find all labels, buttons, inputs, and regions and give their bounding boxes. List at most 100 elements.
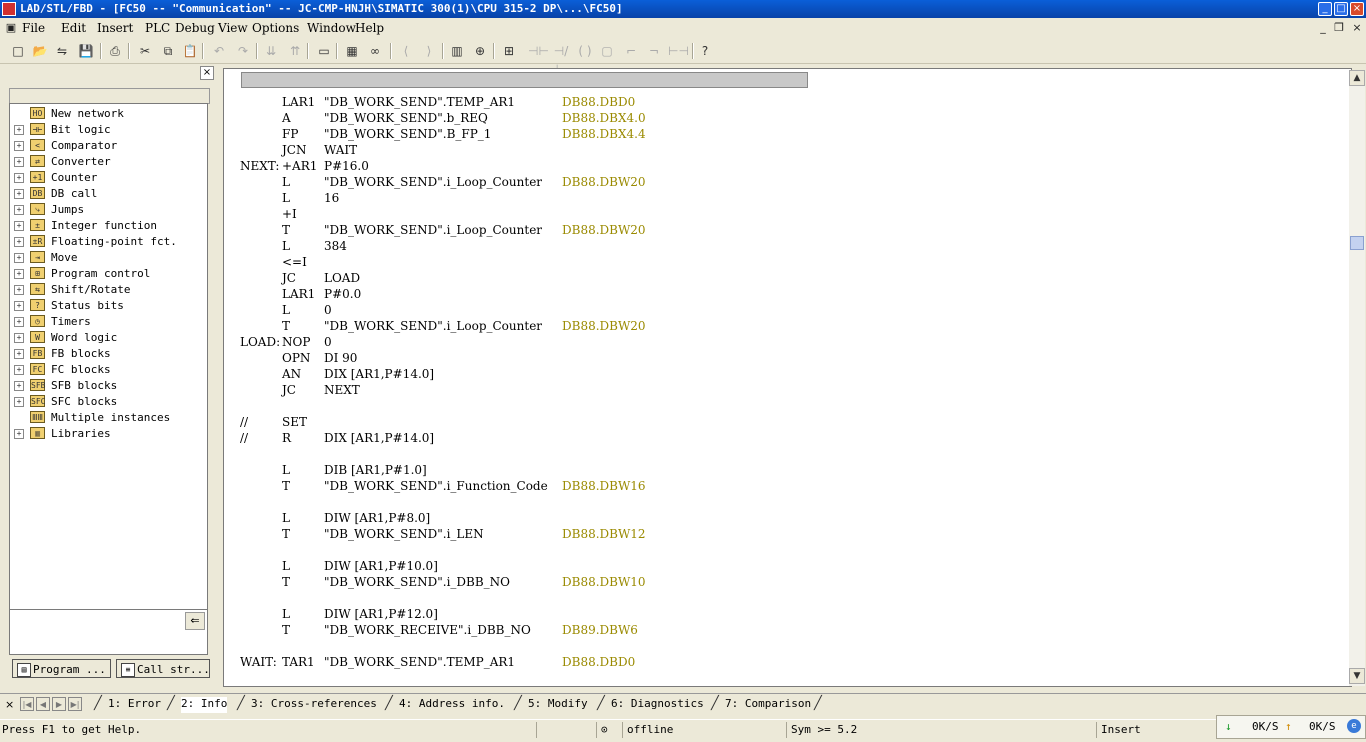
code-line[interactable] [240, 399, 1340, 415]
code-line[interactable]: FP "DB_WORK_SEND".B_FP_1 DB88.DBX4.4 [240, 127, 1340, 143]
monitor-icon[interactable]: ∞ [366, 42, 384, 60]
expand-icon[interactable]: + [14, 349, 24, 359]
catalog-item[interactable]: + ⇆ Shift/Rotate [10, 282, 205, 298]
code-line[interactable]: LAR1 "DB_WORK_SEND".TEMP_AR1 DB88.DBD0 [240, 95, 1340, 111]
code-line[interactable]: L 384 [240, 239, 1340, 255]
menu-insert[interactable]: Insert [97, 21, 133, 35]
code-line[interactable] [240, 591, 1340, 607]
tab-cross-references[interactable]: 3: Cross-references [251, 697, 377, 713]
catalog-toggle-icon[interactable]: ⇐ [185, 612, 205, 630]
contact-no-icon[interactable]: ⊣⊢ [528, 42, 549, 60]
code-line[interactable]: T "DB_WORK_SEND".i_DBB_NO DB88.DBW10 [240, 575, 1340, 591]
code-line[interactable]: T "DB_WORK_SEND".i_Loop_Counter DB88.DBW20 [240, 223, 1340, 239]
branch-close-icon[interactable]: ¬ [645, 42, 663, 60]
catalog-item[interactable]: + ⤷ Jumps [10, 202, 205, 218]
code-line[interactable]: AN DIX [AR1,P#14.0] [240, 367, 1340, 383]
expand-icon[interactable]: + [14, 365, 24, 375]
catalog-item[interactable]: + < Comparator [10, 138, 205, 154]
tab-prev-icon[interactable]: ◀ [36, 697, 50, 711]
catalog-item[interactable]: + ⊞ Program control [10, 266, 205, 282]
help-icon[interactable]: ? [696, 42, 714, 60]
code-line[interactable] [240, 495, 1340, 511]
catalog-item[interactable]: + +1 Counter [10, 170, 205, 186]
catalog-item[interactable]: + DB DB call [10, 186, 205, 202]
tab-first-icon[interactable]: |◀ [20, 697, 34, 711]
undo-icon[interactable]: ↶ [210, 42, 228, 60]
new-icon[interactable]: □ [9, 42, 27, 60]
catalog-item[interactable]: ⅢⅢ Multiple instances [10, 410, 205, 426]
code-line[interactable]: L DIW [AR1,P#10.0] [240, 559, 1340, 575]
catalog-item[interactable]: + ⊣⊢ Bit logic [10, 122, 205, 138]
code-line[interactable]: <=I [240, 255, 1340, 271]
tab-address-info[interactable]: 4: Address info. [399, 697, 505, 713]
tab-program-elements[interactable]: ▤ Program ... [12, 659, 111, 678]
expand-icon[interactable]: + [14, 189, 24, 199]
code-line[interactable] [240, 543, 1340, 559]
paste-icon[interactable]: 📋 [181, 42, 199, 60]
code-line[interactable]: L DIW [AR1,P#12.0] [240, 607, 1340, 623]
expand-icon[interactable]: + [14, 285, 24, 295]
catalog-item[interactable]: + W Word logic [10, 330, 205, 346]
expand-icon[interactable]: + [14, 173, 24, 183]
tab-next-icon[interactable]: ▶ [52, 697, 66, 711]
overview-icon[interactable]: ▥ [448, 42, 466, 60]
catalog-item[interactable]: + ▥ Libraries [10, 426, 205, 442]
menu-options[interactable]: Options [252, 21, 299, 35]
expand-icon[interactable]: + [14, 429, 24, 439]
catalog-item[interactable]: + FC FC blocks [10, 362, 205, 378]
code-line[interactable]: LAR1 P#0.0 [240, 287, 1340, 303]
code-line[interactable]: A "DB_WORK_SEND".b_REQ DB88.DBX4.0 [240, 111, 1340, 127]
expand-icon[interactable]: + [14, 205, 24, 215]
branch-open-icon[interactable]: ⌐ [622, 42, 640, 60]
code-line[interactable]: // SET [240, 415, 1340, 431]
contact-nc-icon[interactable]: ⊣/⊢ [552, 42, 570, 76]
code-line[interactable]: JC LOAD [240, 271, 1340, 287]
expand-icon[interactable]: + [14, 269, 24, 279]
stl-editor[interactable]: LAR1 "DB_WORK_SEND".TEMP_AR1 DB88.DBD0 A "DB… [223, 68, 1352, 687]
code-line[interactable] [240, 639, 1340, 655]
menu-file[interactable]: File [22, 21, 45, 35]
scroll-up-icon[interactable]: ▲ [1349, 70, 1365, 86]
code-line[interactable]: T "DB_WORK_SEND".i_Loop_Counter DB88.DBW20 [240, 319, 1340, 335]
catalog-item[interactable]: + ◷ Timers [10, 314, 205, 330]
code-line[interactable]: T "DB_WORK_SEND".i_Function_Code DB88.DBW1… [240, 479, 1340, 495]
code-line[interactable]: L DIW [AR1,P#8.0] [240, 511, 1340, 527]
expand-icon[interactable]: + [14, 221, 24, 231]
upload-icon[interactable]: ⇈ [286, 42, 304, 60]
menu-view[interactable]: View [218, 21, 248, 35]
tab-diagnostics[interactable]: 6: Diagnostics [611, 697, 704, 713]
catalog-item[interactable]: + SFB SFB blocks [10, 378, 205, 394]
connection-icon[interactable]: ⊢⊣ [668, 42, 689, 60]
code-line[interactable]: L DIB [AR1,P#1.0] [240, 463, 1340, 479]
code-line[interactable]: LOAD: NOP 0 [240, 335, 1340, 351]
catalog-item[interactable]: + ⇄ Converter [10, 154, 205, 170]
app-icon[interactable] [2, 2, 16, 16]
catalog-item[interactable]: + ±R Floating-point fct. [10, 234, 205, 250]
network-title-bar[interactable] [241, 72, 808, 88]
maximize-button[interactable]: □ [1334, 2, 1348, 16]
code-line[interactable]: JC NEXT [240, 383, 1340, 399]
catalog-item[interactable]: HO New network [10, 106, 205, 122]
code-line[interactable]: T "DB_WORK_RECEIVE".i_DBB_NO DB89.DBW6 [240, 623, 1340, 639]
close-button[interactable]: × [1350, 2, 1364, 16]
code-line[interactable]: T "DB_WORK_SEND".i_LEN DB88.DBW12 [240, 527, 1340, 543]
cut-icon[interactable]: ✂ [136, 42, 154, 60]
accessible-nodes-icon[interactable]: ⇋ [53, 42, 71, 60]
code-line[interactable]: L0 [240, 303, 1340, 319]
expand-icon[interactable]: + [14, 141, 24, 151]
empty-box-icon[interactable]: ▢ [598, 42, 616, 60]
catalog-item[interactable]: + ± Integer function [10, 218, 205, 234]
catalog-item[interactable]: + FB FB blocks [10, 346, 205, 362]
zoom-icon[interactable]: ⊕ [471, 42, 489, 60]
tab-error[interactable]: 1: Error [108, 697, 161, 713]
menu-edit[interactable]: Edit [61, 21, 86, 35]
open-icon[interactable]: 📂 [31, 42, 49, 60]
catalog-item[interactable]: + ⇥ Move [10, 250, 205, 266]
menu-window[interactable]: Window [307, 21, 356, 35]
display-icon[interactable]: ▭ [315, 42, 333, 60]
code-line[interactable]: NEXT: +AR1 P#16.0 [240, 159, 1340, 175]
network-globe-icon[interactable]: e [1347, 719, 1361, 733]
expand-icon[interactable]: + [14, 157, 24, 167]
expand-icon[interactable]: + [14, 125, 24, 135]
document-icon[interactable]: ▣ [4, 21, 18, 34]
